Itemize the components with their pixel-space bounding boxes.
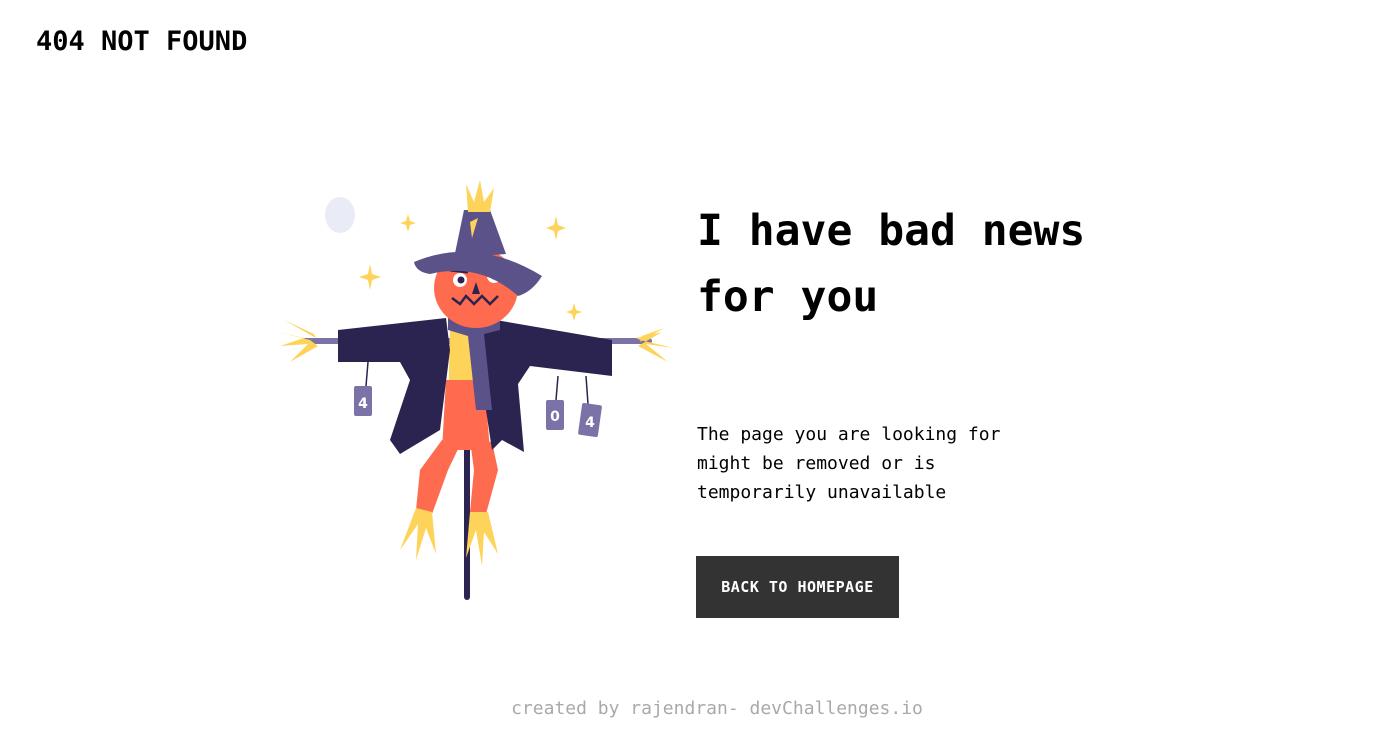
can-label: 0 bbox=[550, 409, 560, 425]
description: The page you are looking for might be re… bbox=[697, 424, 1001, 503]
moon-icon bbox=[325, 197, 355, 233]
headline: I have bad news for you bbox=[697, 206, 1086, 322]
page: 404 NOT FOUND 4 0 4 I have bad news for … bbox=[0, 0, 1374, 740]
can-label: 4 bbox=[358, 396, 368, 412]
scarecrow-illustration: 4 0 4 bbox=[270, 170, 690, 610]
footer-credit[interactable]: created by rajendran- devChallenges.io bbox=[0, 698, 1374, 719]
can-label: 4 bbox=[585, 415, 595, 431]
footer-credit-text[interactable]: created by rajendran- devChallenges.io bbox=[451, 698, 923, 719]
site-logo[interactable]: 404 NOT FOUND bbox=[36, 26, 247, 57]
back-to-homepage-button[interactable]: BACK TO HOMEPAGE bbox=[696, 556, 899, 618]
